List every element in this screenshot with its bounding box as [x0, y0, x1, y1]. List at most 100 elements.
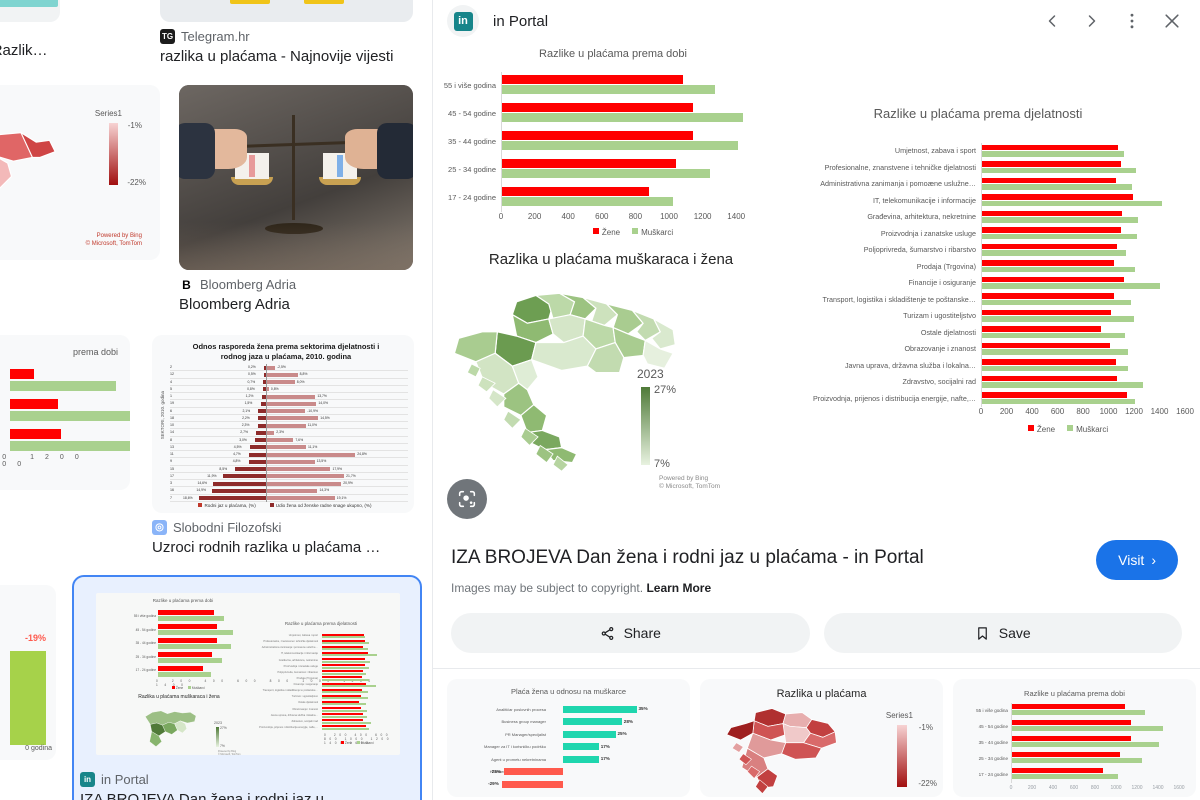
- chart-category-label: 35 - 44 godine: [978, 740, 1008, 745]
- more-options-icon[interactable]: [1112, 1, 1152, 41]
- site-name[interactable]: in Portal: [493, 13, 548, 30]
- result-subtitle[interactable]: jestu …: [0, 291, 160, 310]
- list-item[interactable]: TG Telegram.hr razlika u plaćama - Najno…: [160, 0, 413, 66]
- search-results-pane[interactable]: njuje javnost: Razlik… TG Telegram.hr ra…: [0, 0, 432, 800]
- chart-bar-muškarci: [981, 151, 1124, 157]
- chart-category-label: 35 - 44 godine: [448, 137, 496, 146]
- chart-bar-group: Financije i osiguranje: [763, 275, 1193, 292]
- list-item[interactable]: Odnos rasporeda žena prema sektorima dje…: [152, 335, 414, 557]
- chart-bar-group: Transport, logistika i skladištenje te p…: [763, 292, 1193, 309]
- axis-tick: 1600: [1173, 785, 1185, 791]
- visit-button[interactable]: Visit ›: [1096, 540, 1178, 580]
- list-item[interactable]: B Bloomberg Adria Bloomberg Adria: [179, 85, 413, 314]
- table-row: 15 8,5% 17,9%: [170, 466, 408, 473]
- legend-max: -1%: [127, 121, 142, 130]
- axis-tick: 1600: [1176, 407, 1194, 416]
- chart-bar-žene: [981, 161, 1122, 167]
- close-icon[interactable]: [1152, 1, 1192, 41]
- chart-bar: [1011, 720, 1131, 725]
- result-thumbnail[interactable]: [160, 0, 413, 22]
- result-title[interactable]: razlika u plaćama - Najnovije vijesti: [160, 47, 413, 66]
- chart-bar-žene: [981, 293, 1115, 299]
- bar-value-label: 17%: [600, 756, 610, 762]
- chart-bar-group: Proizvodnja, prijenos i distribucija ene…: [763, 391, 1193, 408]
- chart-category-label: Business group manager: [501, 719, 546, 725]
- value-label: -19%: [24, 633, 46, 643]
- map-legend-max: 27%: [654, 384, 677, 396]
- result-thumbnail[interactable]: [179, 85, 413, 270]
- result-title[interactable]: Uzroci rodnih razlika u plaćama …: [152, 538, 414, 557]
- share-button[interactable]: Share: [451, 613, 810, 653]
- related-title: Plaća žena u odnosu na muškarce: [510, 687, 627, 696]
- chart-bar-žene: [981, 359, 1116, 365]
- share-icon: [601, 626, 613, 640]
- result-thumbnail[interactable]: prema dobi 800 1000 1200 1400 1600 karci: [0, 335, 130, 490]
- detail-body: IZA BROJEVA Dan žena i rodni jaz u plaća…: [433, 533, 1200, 653]
- chart-bar-muškarci: [981, 332, 1125, 338]
- bar-value-label: -29%: [488, 781, 499, 787]
- chart-category-label: Manager za IT i korisničku podršku: [484, 744, 546, 750]
- list-item[interactable]: -19% 0 godina: [0, 585, 56, 760]
- result-thumbnail[interactable]: -19% 0 godina: [0, 585, 56, 760]
- chart-plot-area: 55 i više godina 45 - 54 godine 35 - 44 go…: [443, 72, 783, 212]
- chart-category-label: Ostale djelatnosti: [920, 327, 976, 337]
- table-row: 9 4,8% 13,5%: [170, 458, 408, 466]
- chart-bar-group: Koordinator projekta-29%: [453, 778, 684, 791]
- prev-icon[interactable]: [1032, 1, 1072, 41]
- x-axis-label: 0 godina: [25, 745, 52, 752]
- list-item-selected[interactable]: Razlike u plaćama prema dobi 55 i više g…: [72, 575, 422, 800]
- chart-category-label: IT, telekomunikacije i informacije: [872, 195, 976, 205]
- chart-bar-group: Prodaja (Trgovina): [763, 259, 1193, 276]
- related-image-card[interactable]: Razlika u plaćama Series1 -1% -22%: [700, 679, 943, 797]
- related-image-card[interactable]: Razlike u plaćama prema dobi 55 i više g…: [953, 679, 1196, 797]
- y-axis-line: [501, 72, 502, 212]
- favicon-icon: in: [80, 772, 95, 787]
- learn-more-link[interactable]: Learn More: [646, 581, 711, 595]
- result-title[interactable]: IZA BROJEVA Dan žena i rodni jaz u: [80, 790, 414, 800]
- axis-tick: 1200: [693, 212, 712, 221]
- hero-image[interactable]: Razlike u plaćama prema dobi 55 i više g…: [433, 46, 1200, 533]
- chart-bar-muškarci: [981, 200, 1163, 206]
- result-thumbnail[interactable]: Odnos rasporeda žena prema sektorima dje…: [152, 335, 414, 513]
- next-icon[interactable]: [1072, 1, 1112, 41]
- chart-bar-žene: [981, 392, 1128, 398]
- save-label: Save: [998, 625, 1031, 641]
- y-axis-line: [981, 143, 982, 407]
- image-detail-panel: in in Portal Razlike u plaćama prema dob…: [432, 0, 1200, 800]
- favicon-icon: TG: [160, 29, 175, 44]
- chart-bar-žene: [981, 194, 1133, 200]
- list-item[interactable]: [0, 0, 60, 22]
- result-thumbnail[interactable]: Razlike u plaćama prema dobi 55 i više g…: [80, 583, 414, 765]
- chart-category-label: 45 - 54 godine: [978, 724, 1008, 729]
- result-title[interactable]: njuje javnost: Razlik…: [0, 42, 100, 59]
- related-images-strip[interactable]: Plaća žena u odnosu na muškarce Analitič…: [433, 668, 1200, 800]
- chart-bar: [1011, 704, 1125, 709]
- chart-bar-muškarci: [981, 217, 1139, 223]
- chart-bar-žene: [501, 103, 693, 112]
- chart-bar: [1011, 774, 1119, 779]
- result-title[interactable]: Bloomberg Adria: [179, 295, 413, 314]
- chart-bar-žene: [501, 75, 684, 84]
- chart-bar-group: 45 - 54 godine: [957, 719, 1190, 735]
- table-row: 13 4,5% 11,1%: [170, 444, 408, 451]
- table-row: 6 2,1% -10,9%: [170, 408, 408, 415]
- result-thumbnail[interactable]: [0, 0, 60, 22]
- site-favicon: in: [447, 5, 479, 37]
- chart-category-label: PR Manager/specijalist: [505, 731, 546, 737]
- chart-category-label: Proizvodnja i zanatske usluge: [880, 228, 976, 238]
- bar-value-label: 25%: [617, 731, 627, 737]
- related-image-card[interactable]: Plaća žena u odnosu na muškarce Analitič…: [447, 679, 690, 797]
- axis-tick: 800: [1076, 407, 1090, 416]
- google-lens-icon[interactable]: [447, 479, 487, 519]
- chart-category-label: 17 - 24 godine: [448, 193, 496, 202]
- list-item[interactable]: prema dobi 800 1000 1200 1400 1600 karci: [0, 335, 130, 490]
- save-button[interactable]: Save: [823, 613, 1182, 653]
- legend-entry: Muškarci: [1067, 425, 1108, 434]
- chart-legend: Žene Muškarci: [943, 425, 1193, 434]
- list-item[interactable]: lika u plaćama Series1 -1% -22% Powered …: [0, 85, 160, 310]
- action-buttons: Share Save: [451, 613, 1182, 653]
- chart-category-label: Transport, logistika i skladištenje te p…: [822, 294, 976, 304]
- chart-bar-group: 35 - 44 godine: [443, 128, 783, 156]
- result-title[interactable]: o Zadar: [0, 269, 160, 288]
- result-thumbnail[interactable]: lika u plaćama Series1 -1% -22% Powered …: [0, 85, 160, 260]
